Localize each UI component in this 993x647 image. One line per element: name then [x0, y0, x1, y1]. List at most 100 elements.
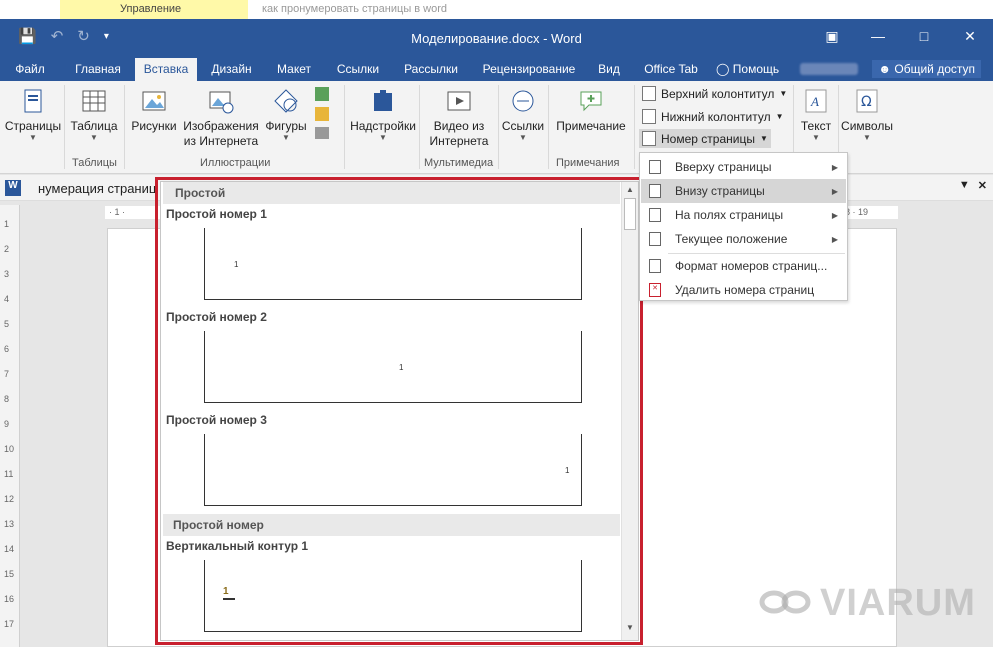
group-separator [344, 85, 345, 169]
tab-list-dropdown-icon[interactable]: ▼ [959, 179, 970, 192]
text-label: Текст [800, 119, 832, 133]
gallery-item-vertical-outline-1[interactable]: 1 [204, 560, 582, 632]
links-button[interactable]: Ссылки ▼ [500, 87, 546, 142]
tab-review[interactable]: Рецензирование [474, 58, 584, 81]
pictures-button[interactable]: Рисунки [127, 87, 181, 133]
text-button[interactable]: A Текст ▼ [796, 87, 836, 142]
close-tab-icon[interactable]: ✕ [978, 179, 987, 192]
menu-item-label: Текущее положение [675, 232, 788, 246]
online-video-label: Видео из Интернета [429, 119, 489, 148]
text-box-icon: A [805, 89, 827, 113]
ruler-tick-label: 1 [4, 219, 10, 229]
tab-mailings[interactable]: Рассылки [396, 58, 466, 81]
dropdown-arrow-icon: ▼ [812, 133, 820, 142]
bottom-of-page-icon [649, 184, 661, 198]
page-margins-icon [649, 208, 661, 222]
omega-icon: Ω [856, 89, 878, 113]
footer-button[interactable]: Нижний колонтитул ▼ [642, 109, 784, 124]
submenu-arrow-icon: ▶ [831, 210, 838, 220]
page-number-menu: Вверху страницы ▶ Внизу страницы ▶ На по… [639, 152, 848, 301]
submenu-arrow-icon: ▶ [831, 186, 838, 196]
comment-button[interactable]: Примечание [550, 87, 632, 133]
close-icon[interactable]: ✕ [947, 19, 993, 53]
page-number-gallery: Простой Простой номер 1 1 Простой номер … [160, 181, 639, 641]
page-number-preview: 1 [565, 466, 570, 475]
gallery-scrollbar[interactable]: ▲ ▼ [621, 182, 638, 640]
viarum-logo-icon [759, 590, 811, 614]
tab-file[interactable]: Файл [8, 58, 52, 81]
scroll-down-icon[interactable]: ▼ [624, 623, 636, 635]
dropdown-arrow-icon: ▼ [29, 133, 37, 142]
tab-help[interactable]: ◯ Помощь [716, 58, 790, 81]
person-icon: ☻ [878, 62, 892, 76]
browser-strip: Управление как пронумеровать страницы в … [0, 0, 993, 19]
header-icon [642, 86, 656, 101]
gallery-section-header: Простой [163, 182, 620, 204]
table-button[interactable]: Таблица ▼ [66, 87, 122, 142]
lightbulb-icon: ◯ [716, 62, 730, 76]
group-label-media: Мультимедиа [424, 157, 494, 169]
tab-layout[interactable]: Макет [268, 58, 320, 81]
group-separator [419, 85, 420, 169]
scroll-up-icon[interactable]: ▲ [624, 185, 636, 197]
tab-design[interactable]: Дизайн [204, 58, 259, 81]
group-separator [548, 85, 549, 169]
gallery-item-plain-number-2[interactable]: 1 [204, 331, 582, 403]
menu-item-label: На полях страницы [675, 208, 784, 222]
account-name-blurred [800, 63, 858, 75]
minimize-icon[interactable]: — [855, 19, 901, 53]
share-button[interactable]: ☻ Общий доступ [872, 60, 981, 78]
smartart-icon [315, 87, 329, 101]
ruler-label-right: 8 · 19 [845, 207, 869, 217]
group-separator [124, 85, 125, 169]
menu-item-remove-page-numbers[interactable]: ✕ Удалить номера страниц [641, 278, 846, 302]
header-button[interactable]: Верхний колонтитул ▼ [642, 86, 787, 101]
ruler-label-left: · 1 · [109, 207, 126, 217]
tab-home[interactable]: Главная [67, 58, 129, 81]
gallery-section-header: Простой номер [163, 514, 620, 536]
online-images-button[interactable]: Изображения из Интернета [181, 87, 261, 149]
addins-icon [374, 90, 392, 111]
table-label: Таблица [70, 119, 118, 133]
page-number-label: Номер страницы [661, 131, 755, 146]
links-label: Ссылки [501, 119, 545, 133]
smartart-chart-screenshot-buttons[interactable] [310, 85, 334, 145]
menu-item-top-of-page[interactable]: Вверху страницы ▶ [641, 155, 846, 179]
symbols-label: Символы [841, 119, 893, 133]
maximize-icon[interactable]: □ [901, 19, 947, 53]
tab-view[interactable]: Вид [590, 58, 628, 81]
ribbon-display-icon[interactable]: ▣ [809, 19, 855, 53]
addins-button[interactable]: Надстройки ▼ [346, 87, 420, 142]
online-video-button[interactable]: Видео из Интернета [421, 87, 497, 149]
tab-office-tab[interactable]: Office Tab [636, 58, 706, 81]
browser-tab[interactable]: Управление [60, 0, 248, 19]
ruler-tick-label: 17 [4, 619, 15, 629]
shapes-icon [274, 89, 298, 113]
menu-item-current-position[interactable]: Текущее положение ▶ [641, 227, 846, 251]
dropdown-arrow-icon: ▼ [779, 89, 788, 98]
svg-text:A: A [810, 94, 819, 109]
link-icon [512, 90, 534, 112]
menu-item-bottom-of-page[interactable]: Внизу страницы ▶ [641, 179, 846, 203]
shapes-button[interactable]: Фигуры ▼ [262, 87, 310, 142]
group-separator [498, 85, 499, 169]
menu-item-format-page-numbers[interactable]: Формат номеров страниц... [641, 254, 846, 278]
document-tab-label[interactable]: нумерация страниц [38, 181, 156, 196]
pages-button[interactable]: Страницы ▼ [2, 87, 64, 142]
tab-references[interactable]: Ссылки [328, 58, 388, 81]
video-icon [447, 91, 471, 111]
page-number-preview: 1 [234, 260, 239, 269]
scroll-thumb[interactable] [624, 198, 636, 230]
submenu-arrow-icon: ▶ [831, 162, 838, 172]
ruler-tick-label: 12 [4, 494, 15, 504]
menu-item-page-margins[interactable]: На полях страницы ▶ [641, 203, 846, 227]
menu-item-label: Вверху страницы [675, 160, 772, 174]
page-number-button[interactable]: Номер страницы ▼ [639, 129, 771, 148]
ruler-tick-label: 14 [4, 544, 15, 554]
gallery-item-plain-number-3[interactable]: 1 [204, 434, 582, 506]
tab-insert[interactable]: Вставка [135, 58, 197, 81]
ruler-tick-label: 9 [4, 419, 10, 429]
search-query[interactable]: как пронумеровать страницы в word [262, 3, 447, 15]
symbols-button[interactable]: Ω Символы ▼ [840, 87, 894, 142]
gallery-item-plain-number-1[interactable]: 1 [204, 228, 582, 300]
